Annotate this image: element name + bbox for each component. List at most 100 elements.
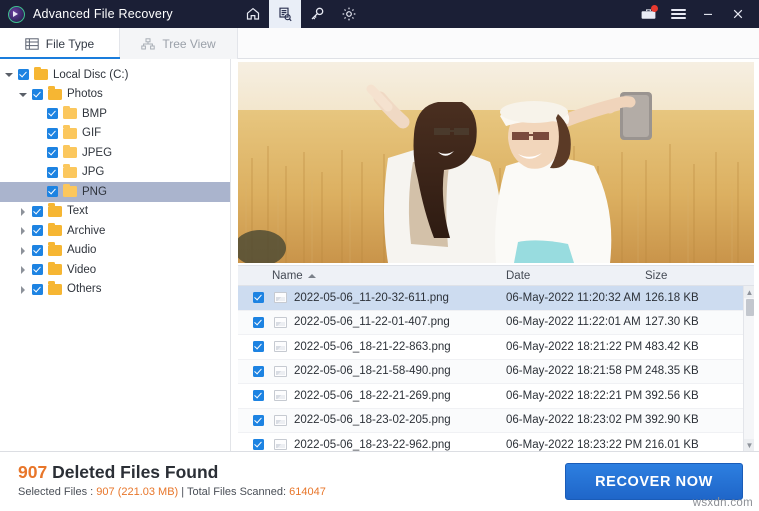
tree-item-video[interactable]: Video [0, 260, 230, 280]
image-file-icon [274, 316, 287, 328]
cell-name: 2022-05-06_18-21-22-863.png [294, 340, 451, 353]
row-checkbox[interactable] [253, 414, 264, 426]
tree-item-jpg[interactable]: JPG [0, 163, 230, 183]
table-row[interactable]: 2022-05-06_11-22-01-407.png 06-May-2022 1… [238, 310, 754, 335]
preview-photo [238, 62, 754, 263]
folder-icon [48, 281, 62, 295]
tree-item-checkbox[interactable] [47, 186, 58, 198]
tree-item-checkbox[interactable] [47, 147, 58, 159]
hamburger-menu-icon[interactable] [663, 0, 693, 28]
table-row[interactable]: 2022-05-06_18-23-22-962.png 06-May-2022 1… [238, 433, 754, 451]
tree-item-png[interactable]: PNG [0, 182, 230, 202]
folder-icon [48, 242, 62, 256]
minimize-icon[interactable] [693, 0, 723, 28]
key-icon[interactable] [301, 0, 333, 28]
tree-item-label: Audio [67, 244, 97, 257]
chevron-down-icon[interactable] [4, 70, 13, 79]
row-checkbox[interactable] [253, 292, 264, 304]
chevron-right-icon[interactable] [18, 265, 27, 275]
row-checkbox[interactable] [253, 341, 264, 353]
tree-item-checkbox[interactable] [32, 244, 43, 256]
file-list-scrollbar[interactable]: ▲ ▼ [743, 286, 754, 451]
tree-item-checkbox[interactable] [32, 205, 43, 217]
file-type-tree[interactable]: Local Disc (C:) Photos BMP GIF JPEG JPG PNG Tex… [0, 59, 231, 451]
tree-item-text[interactable]: Text [0, 202, 230, 222]
cell-date: 06-May-2022 11:22:01 AM [506, 316, 641, 329]
chevron-right-icon[interactable] [18, 285, 27, 294]
tree-item-audio[interactable]: Audio [0, 241, 230, 261]
tree-item-checkbox[interactable] [32, 88, 43, 100]
selected-files-count: 907 [96, 486, 115, 498]
scroll-down-icon[interactable]: ▼ [744, 439, 754, 451]
cell-name: 2022-05-06_18-23-22-962.png [294, 438, 451, 451]
tree-item-local-disc-c[interactable]: Local Disc (C:) [0, 65, 230, 85]
folder-icon [63, 164, 77, 178]
gear-icon[interactable] [333, 0, 365, 28]
tree-item-checkbox[interactable] [18, 69, 29, 81]
tree-item-checkbox[interactable] [32, 283, 43, 295]
sort-ascending-icon [307, 273, 316, 278]
cell-size: 392.90 KB [645, 414, 699, 427]
folder-icon [63, 183, 77, 198]
chevron-right-icon[interactable] [18, 226, 27, 236]
image-file-icon [274, 292, 287, 304]
tree-item-checkbox[interactable] [32, 264, 43, 276]
table-row[interactable]: 2022-05-06_18-21-22-863.png 06-May-2022 1… [238, 335, 754, 360]
tree-item-checkbox[interactable] [47, 127, 58, 139]
row-checkbox[interactable] [253, 365, 264, 377]
cell-name: 2022-05-06_18-22-21-269.png [294, 389, 451, 402]
table-row[interactable]: 2022-05-06_18-23-02-205.png 06-May-2022 1… [238, 408, 754, 433]
scan-document-icon[interactable] [268, 0, 301, 28]
table-row[interactable]: 2022-05-06_18-22-21-269.png 06-May-2022 1… [238, 384, 754, 409]
chevron-right-icon[interactable] [18, 207, 27, 216]
row-checkbox[interactable] [253, 390, 264, 402]
tab-tree-view[interactable]: Tree View [120, 28, 238, 59]
table-row[interactable]: 2022-05-06_11-20-32-611.png 06-May-2022 1… [238, 286, 754, 311]
tree-hierarchy-icon [141, 37, 156, 49]
chevron-down-icon[interactable] [18, 90, 27, 99]
title-bar: Advanced File Recovery [0, 0, 759, 28]
file-list[interactable]: 2022-05-06_11-20-32-611.png 06-May-2022 1… [238, 286, 754, 451]
folder-icon [48, 203, 62, 217]
tree-item-archive[interactable]: Archive [0, 221, 230, 241]
table-row[interactable]: 2022-05-06_18-21-58-490.png 06-May-2022 1… [238, 359, 754, 384]
tree-item-label: GIF [82, 127, 102, 140]
chevron-right-icon[interactable] [18, 246, 27, 255]
tree-item-checkbox[interactable] [32, 225, 43, 237]
tree-item-label: Photos [67, 88, 103, 101]
folder-icon [63, 105, 77, 120]
recover-now-button[interactable]: RECOVER NOW [565, 463, 743, 500]
tree-item-jpeg[interactable]: JPEG [0, 143, 230, 163]
image-file-icon [274, 439, 287, 451]
tree-item-label: Text [67, 205, 89, 218]
tree-item-label: Video [67, 263, 97, 276]
tree-item-checkbox[interactable] [47, 108, 58, 120]
column-header-date[interactable]: Date [506, 270, 530, 282]
cell-size: 483.42 KB [645, 340, 699, 353]
home-icon[interactable] [237, 0, 269, 28]
row-checkbox[interactable] [253, 316, 264, 328]
close-icon[interactable] [723, 0, 753, 28]
tree-item-others[interactable]: Others [0, 280, 230, 300]
scroll-up-icon[interactable]: ▲ [744, 286, 754, 298]
tab-file-type[interactable]: File Type [0, 28, 120, 59]
scrollbar-thumb[interactable] [745, 299, 754, 316]
toolbox-icon[interactable] [633, 0, 663, 28]
list-grid-icon [25, 37, 39, 50]
total-scanned-count: 614047 [289, 486, 326, 498]
column-header-size[interactable]: Size [645, 270, 667, 282]
tree-item-checkbox[interactable] [47, 166, 58, 178]
tree-item-photos[interactable]: Photos [0, 85, 230, 105]
cell-date: 06-May-2022 18:23:22 PM [506, 438, 643, 451]
folder-icon [63, 125, 77, 139]
summary-divider: | [178, 486, 187, 498]
deleted-files-count: 907 [18, 462, 48, 482]
tree-item-gif[interactable]: GIF [0, 124, 230, 144]
row-checkbox[interactable] [253, 439, 264, 451]
tree-item-bmp[interactable]: BMP [0, 104, 230, 124]
column-header-name[interactable]: Name [272, 270, 316, 282]
